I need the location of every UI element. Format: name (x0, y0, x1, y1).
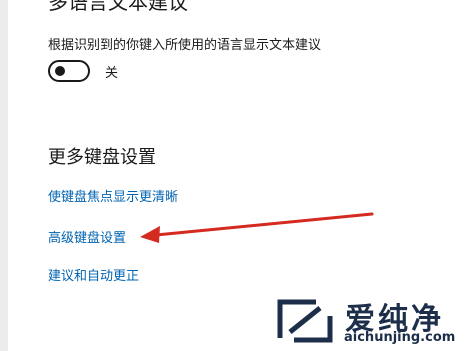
multilang-description: 根据识别到的你键入所使用的语言显示文本建议 (48, 38, 322, 53)
watermark-logo: 爱纯净 aichunjing.com (270, 292, 470, 351)
toggle-state-label: 关 (105, 66, 119, 81)
multilang-section-title: 多语言文本建议 (48, 0, 188, 14)
more-keyboard-settings-title: 更多键盘设置 (48, 147, 156, 168)
watermark-url: aichunjing.com (344, 330, 456, 345)
link-advanced-keyboard-settings[interactable]: 高级键盘设置 (48, 227, 126, 246)
toggle-knob (55, 66, 65, 76)
left-edge-strip (0, 0, 8, 351)
link-keyboard-focus-visible[interactable]: 使键盘焦点显示更清晰 (48, 186, 178, 205)
link-suggestions-autocorrect[interactable]: 建议和自动更正 (48, 265, 139, 284)
multilang-toggle-switch[interactable] (48, 60, 90, 82)
watermark-mark-icon (277, 299, 333, 343)
